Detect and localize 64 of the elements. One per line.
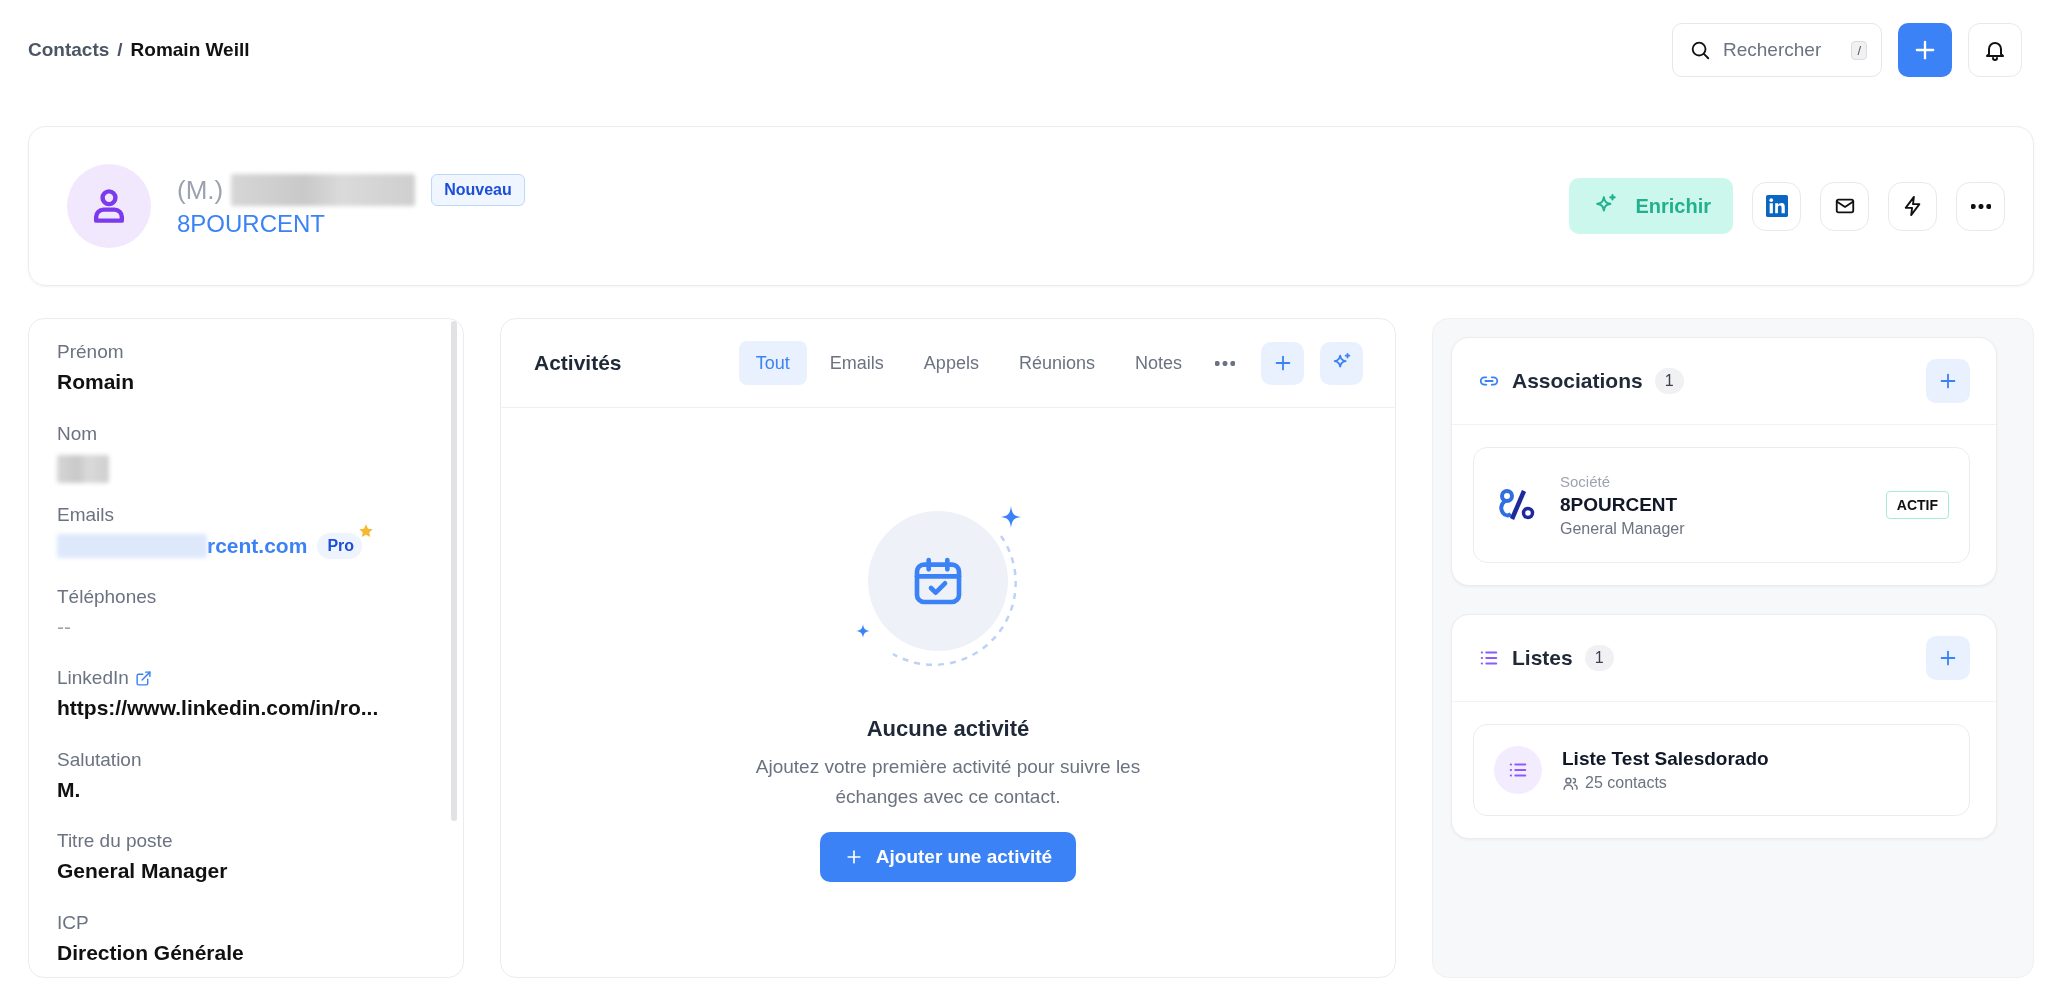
field-label: ICP <box>57 911 89 934</box>
users-icon <box>1562 774 1579 792</box>
filter-tab[interactable]: Emails <box>812 341 901 385</box>
field-label: LinkedIn <box>57 667 129 689</box>
section-title: Associations <box>1512 369 1643 393</box>
filter-tab[interactable]: Appels <box>906 341 996 385</box>
field-value: Direction Générale <box>57 940 244 965</box>
salutation-text: (M.) <box>177 174 224 206</box>
automation-button[interactable] <box>1888 181 1937 231</box>
job-title: General Manager <box>1560 519 1685 538</box>
add-activity-button[interactable] <box>1261 341 1304 385</box>
panel-title: Activités <box>534 351 622 375</box>
count-badge: 1 <box>1654 368 1684 394</box>
field-value: M. <box>57 777 81 802</box>
linkedin-icon <box>1765 195 1788 217</box>
field-value: General Manager <box>57 859 228 883</box>
notifications-button[interactable] <box>1968 23 2022 77</box>
ai-button[interactable] <box>1320 341 1363 385</box>
field-label: Nom <box>57 422 98 445</box>
field-value: Romain <box>57 370 134 394</box>
search-field[interactable]: Rechercher <box>1721 38 1835 62</box>
add-button[interactable] <box>1926 636 1970 680</box>
field-value: https://www.linkedin.com/in/ro... <box>57 696 379 720</box>
section-title: Listes <box>1512 646 1573 670</box>
field-label: Titre du poste <box>57 830 173 852</box>
association-card[interactable]: Société 8POURCENT General Manager ACTIF <box>1473 447 1970 563</box>
redacted-value <box>57 454 109 483</box>
filter-tab[interactable]: Notes <box>1117 341 1199 385</box>
field-label: Prénom <box>57 341 124 363</box>
search-icon <box>1689 39 1711 61</box>
field-label: Salutation <box>57 748 142 771</box>
status-badge: ACTIF <box>1885 491 1949 519</box>
breadcrumb-current: Romain Weill <box>130 39 250 61</box>
field-value: -- <box>57 614 71 639</box>
breadcrumb-separator: / <box>117 39 123 61</box>
status-badge: Nouveau <box>431 174 525 206</box>
filter-tab[interactable]: Tout <box>738 341 807 385</box>
member-count: 25 contacts <box>1585 774 1667 792</box>
linkedin-button[interactable] <box>1752 181 1801 231</box>
company-link[interactable]: 8POURCENT <box>177 210 525 238</box>
company-logo <box>1498 488 1536 522</box>
star-icon <box>358 523 375 539</box>
email-button[interactable] <box>1820 181 1869 231</box>
more-button[interactable] <box>1956 181 2005 231</box>
filter-tab[interactable]: Réunions <box>1001 341 1112 385</box>
empty-state-text: Ajoutez votre première activité pour suivre les échanges avec ce contact. <box>754 755 1142 809</box>
field-label: Emails <box>57 504 114 526</box>
association-type: Société <box>1560 472 1612 490</box>
list-name: Liste Test Salesdorado <box>1562 748 1769 770</box>
add-button[interactable] <box>1898 23 1952 77</box>
count-badge: 1 <box>1584 645 1614 671</box>
breadcrumb-link[interactable]: Contacts <box>28 39 110 61</box>
more-icon <box>1215 360 1235 366</box>
shortcut-key: / <box>1851 40 1867 60</box>
external-link-icon <box>134 669 152 687</box>
list-card[interactable]: Liste Test Salesdorado 25 contacts <box>1473 724 1970 816</box>
email-link[interactable]: rcent.com <box>207 534 308 558</box>
field-label: Téléphones <box>57 585 157 608</box>
add-activity-button[interactable]: Ajouter une activité <box>819 832 1077 882</box>
empty-state-title: Aucune activité <box>866 716 1030 742</box>
scrollbar[interactable] <box>451 321 457 821</box>
add-button[interactable] <box>1926 359 1970 403</box>
company-name: 8POURCENT <box>1560 493 1679 516</box>
more-icon <box>1970 203 1991 209</box>
